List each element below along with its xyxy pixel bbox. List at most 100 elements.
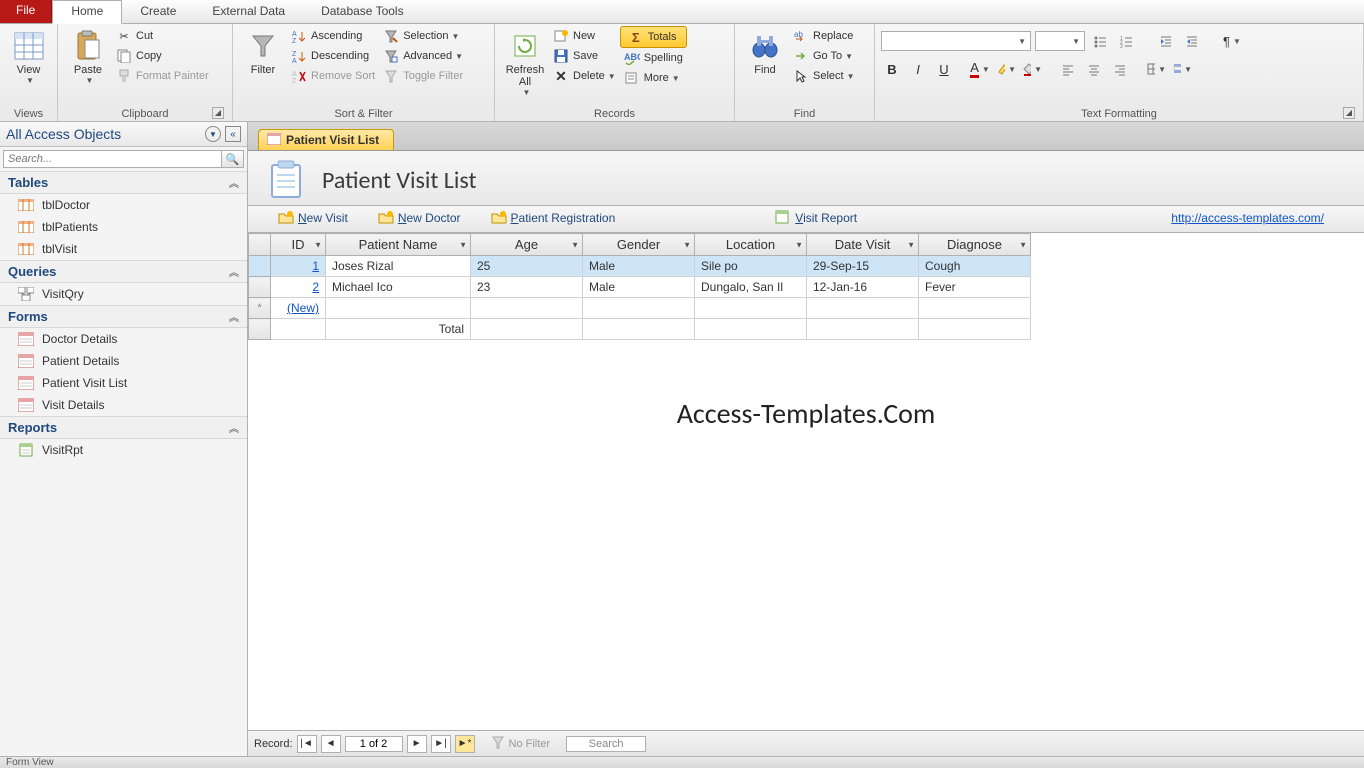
nav-item-visit-details[interactable]: Visit Details	[0, 394, 247, 416]
nav-search-input[interactable]	[3, 150, 222, 168]
new-record-button[interactable]: New	[549, 26, 620, 46]
website-link[interactable]: http://access-templates.com/	[1171, 211, 1324, 225]
ascending-button[interactable]: AZAscending	[287, 26, 379, 46]
dialog-launcher-icon[interactable]: ◢	[1343, 107, 1355, 119]
descending-button[interactable]: ZADescending	[287, 46, 379, 66]
col-age[interactable]: Age▼	[471, 234, 583, 256]
align-right-button[interactable]	[1109, 58, 1131, 80]
new-visit-link[interactable]: NNew Visitew Visit	[278, 210, 348, 226]
cell-name[interactable]: Joses Rizal	[326, 256, 471, 277]
search-go-button[interactable]: 🔍	[222, 150, 244, 168]
column-dropdown-icon[interactable]: ▼	[459, 240, 467, 249]
nav-item-patient-visit-list[interactable]: Patient Visit List	[0, 372, 247, 394]
column-dropdown-icon[interactable]: ▼	[314, 240, 322, 249]
filter-button[interactable]: Filter	[239, 26, 287, 78]
col-patient-name[interactable]: Patient Name▼	[326, 234, 471, 256]
increase-indent-button[interactable]	[1181, 30, 1203, 52]
refresh-all-button[interactable]: Refresh All ▼	[501, 26, 549, 99]
table-row[interactable]: 1 Joses Rizal 25 Male Sile po 29-Sep-15 …	[249, 256, 1031, 277]
cell-new[interactable]: (New)	[271, 298, 326, 319]
bullets-button[interactable]	[1089, 30, 1111, 52]
spelling-button[interactable]: ABCSpelling	[620, 48, 687, 68]
nav-item-tblvisit[interactable]: tblVisit	[0, 238, 247, 260]
col-location[interactable]: Location▼	[695, 234, 807, 256]
table-row-new[interactable]: * (New)	[249, 298, 1031, 319]
tab-file[interactable]: File	[0, 0, 52, 23]
alt-row-color-button[interactable]: ▼	[1171, 58, 1193, 80]
cell-age[interactable]: 25	[471, 256, 583, 277]
fill-color-button[interactable]: ▼	[1021, 58, 1043, 80]
row-selector-header[interactable]	[249, 234, 271, 256]
italic-button[interactable]: I	[907, 58, 929, 80]
font-combo[interactable]: ▼	[881, 31, 1031, 51]
tab-create[interactable]: Create	[122, 0, 194, 23]
column-dropdown-icon[interactable]: ▼	[1019, 240, 1027, 249]
align-left-button[interactable]	[1057, 58, 1079, 80]
select-button[interactable]: Select▼	[789, 66, 859, 86]
column-dropdown-icon[interactable]: ▼	[795, 240, 803, 249]
decrease-indent-button[interactable]	[1155, 30, 1177, 52]
nav-cat-queries[interactable]: Queries︽	[0, 260, 247, 283]
nav-next-button[interactable]: ►	[407, 735, 427, 753]
goto-button[interactable]: Go To▼	[789, 46, 859, 66]
nav-item-tbldoctor[interactable]: tblDoctor	[0, 194, 247, 216]
tab-external-data[interactable]: External Data	[194, 0, 303, 23]
col-id[interactable]: ID▼	[271, 234, 326, 256]
column-dropdown-icon[interactable]: ▼	[683, 240, 691, 249]
find-button[interactable]: Find	[741, 26, 789, 78]
advanced-button[interactable]: Advanced▼	[379, 46, 467, 66]
new-row-indicator[interactable]: *	[249, 298, 271, 319]
nav-cat-tables[interactable]: Tables︽	[0, 171, 247, 194]
cell-gender[interactable]: Male	[583, 277, 695, 298]
cell-name[interactable]: Michael Ico	[326, 277, 471, 298]
patient-registration-link[interactable]: Patient Registration	[491, 210, 616, 226]
toggle-filter-button[interactable]: Toggle Filter	[379, 66, 467, 86]
nav-last-button[interactable]: ►|	[431, 735, 451, 753]
tab-database-tools[interactable]: Database Tools	[303, 0, 422, 23]
highlight-button[interactable]: ▼	[995, 58, 1017, 80]
cell-diagnose[interactable]: Cough	[919, 256, 1031, 277]
gridlines-button[interactable]: ▼	[1145, 58, 1167, 80]
doc-tab-patient-visit-list[interactable]: Patient Visit List	[258, 129, 394, 150]
nav-item-visitrpt[interactable]: VisitRpt	[0, 439, 247, 461]
nav-new-button[interactable]: ►*	[455, 735, 475, 753]
tab-home[interactable]: Home	[52, 0, 122, 24]
cell-diagnose[interactable]: Fever	[919, 277, 1031, 298]
bold-button[interactable]: B	[881, 58, 903, 80]
col-gender[interactable]: Gender▼	[583, 234, 695, 256]
cell-age[interactable]: 23	[471, 277, 583, 298]
paste-button[interactable]: Paste ▼	[64, 26, 112, 87]
copy-button[interactable]: Copy	[112, 46, 213, 66]
col-date-visit[interactable]: Date Visit▼	[807, 234, 919, 256]
more-records-button[interactable]: More▼	[620, 68, 687, 88]
underline-button[interactable]: U	[933, 58, 955, 80]
nav-item-patient-details[interactable]: Patient Details	[0, 350, 247, 372]
selection-button[interactable]: Selection▼	[379, 26, 467, 46]
remove-sort-button[interactable]: AZRemove Sort	[287, 66, 379, 86]
record-search-input[interactable]	[566, 736, 646, 752]
nav-cat-forms[interactable]: Forms︽	[0, 305, 247, 328]
nav-first-button[interactable]: |◄	[297, 735, 317, 753]
text-direction-button[interactable]: ¶▼	[1221, 30, 1243, 52]
new-doctor-link[interactable]: New Doctor	[378, 210, 461, 226]
font-size-combo[interactable]: ▼	[1035, 31, 1085, 51]
cell-id[interactable]: 2	[271, 277, 326, 298]
nav-filter-icon[interactable]: ▼	[205, 126, 221, 142]
align-center-button[interactable]	[1083, 58, 1105, 80]
numbering-button[interactable]: 123	[1115, 30, 1137, 52]
view-button[interactable]: View ▼	[6, 26, 51, 87]
visit-report-link[interactable]: Visit Report	[775, 210, 857, 226]
nav-header[interactable]: All Access Objects ▼ «	[0, 122, 247, 147]
cut-button[interactable]: ✂Cut	[112, 26, 213, 46]
totals-button[interactable]: ΣTotals	[620, 26, 687, 48]
cell-location[interactable]: Sile po	[695, 256, 807, 277]
cell-date[interactable]: 12-Jan-16	[807, 277, 919, 298]
cell-id[interactable]: 1	[271, 256, 326, 277]
replace-button[interactable]: abReplace	[789, 26, 859, 46]
nav-cat-reports[interactable]: Reports︽	[0, 416, 247, 439]
collapse-pane-icon[interactable]: «	[225, 126, 241, 142]
col-diagnose[interactable]: Diagnose▼	[919, 234, 1031, 256]
save-record-button[interactable]: Save	[549, 46, 620, 66]
font-color-button[interactable]: A▼	[969, 58, 991, 80]
data-grid[interactable]: ID▼ Patient Name▼ Age▼ Gender▼ Location▼…	[248, 233, 1031, 340]
